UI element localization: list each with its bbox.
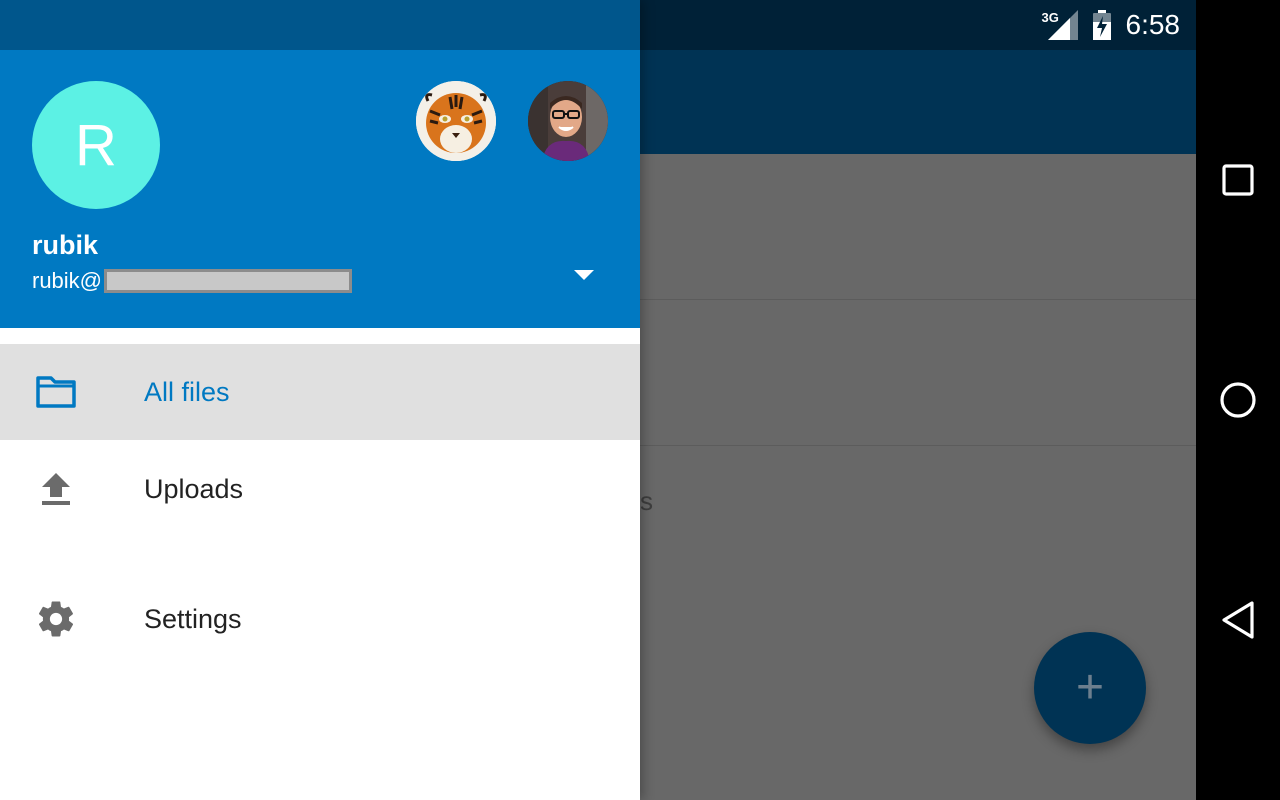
account-avatar-person[interactable] [528,81,608,161]
app-screen: 3G 6:58 s + R rubik rubik@ All files Upl… [0,0,1196,800]
recents-button[interactable] [1196,140,1280,220]
home-button[interactable] [1196,360,1280,440]
list-divider [640,445,1196,446]
list-item-text: s [640,486,653,516]
current-account-avatar[interactable]: R [32,81,160,209]
status-icons: 3G 6:58 [1042,0,1181,50]
account-avatar-tiger[interactable] [416,81,496,161]
drawer-status-bar [0,0,640,50]
add-fab-button[interactable]: + [1034,632,1146,744]
back-button[interactable] [1196,580,1280,660]
cell-signal-icon: 3G [1042,10,1078,40]
recents-icon [1222,164,1254,196]
system-nav-bar [1196,0,1280,800]
account-name: rubik [32,230,99,260]
person-photo-icon [528,81,608,161]
account-email-text: rubik@ [32,268,103,293]
battery-charging-icon [1092,10,1111,40]
drawer-item-all-files[interactable]: All files [0,344,640,440]
tiger-icon [416,81,496,161]
navigation-drawer: R rubik rubik@ All files Uploads Setting… [0,0,640,800]
drawer-item-label: Settings [144,603,242,634]
folder-icon [34,370,78,414]
back-icon [1222,601,1254,639]
drawer-item-label: All files [144,376,230,407]
account-email: rubik@ [32,267,353,295]
drawer-item-settings[interactable]: Settings [0,571,640,667]
home-icon [1220,382,1256,418]
gear-icon [34,597,78,641]
drawer-item-label: Uploads [144,473,244,504]
drawer-header: R rubik rubik@ [0,50,640,328]
upload-icon [34,467,78,511]
drawer-item-uploads[interactable]: Uploads [0,441,640,537]
account-dropdown-icon[interactable] [572,268,596,282]
list-divider [640,299,1196,300]
plus-icon: + [1075,661,1105,714]
clock: 6:58 [1125,9,1181,40]
redacted-email-domain [104,269,353,293]
avatar-initial: R [75,112,117,178]
